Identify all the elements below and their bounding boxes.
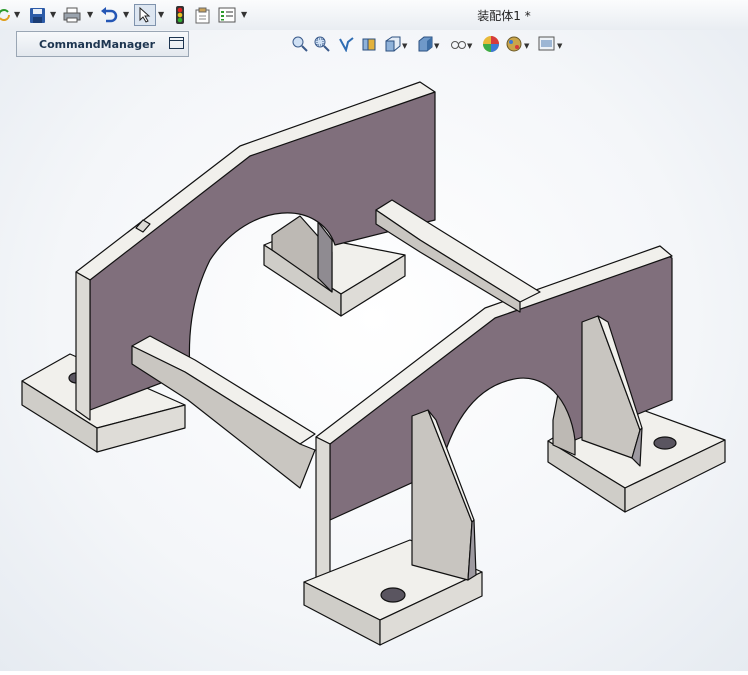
- apply-scene-icon[interactable]: ▼: [505, 35, 531, 53]
- zoom-to-area-icon[interactable]: [314, 35, 330, 53]
- display-style-icon[interactable]: ▼: [417, 35, 441, 53]
- window-icon[interactable]: [169, 37, 184, 49]
- svg-text:▼: ▼: [557, 42, 563, 50]
- hide-show-icon[interactable]: ▼: [450, 35, 474, 53]
- graphics-area[interactable]: [0, 30, 748, 671]
- window-title: 装配体1 *: [477, 9, 531, 23]
- edit-appearance-icon[interactable]: [482, 35, 500, 53]
- previous-view-icon[interactable]: [338, 35, 354, 53]
- view-orientation-icon[interactable]: ▼: [384, 35, 408, 53]
- command-manager-label: CommandManager: [39, 38, 156, 51]
- view-settings-icon[interactable]: ▼: [538, 35, 564, 53]
- svg-text:▼: ▼: [402, 42, 408, 50]
- title-bar: ▼ ▼ ▼ ▼ ▼ ▼ 装配体1 *: [0, 0, 748, 31]
- svg-text:▼: ▼: [524, 42, 530, 50]
- section-view-icon[interactable]: [361, 35, 377, 53]
- svg-text:▼: ▼: [467, 42, 473, 50]
- command-manager-tab[interactable]: CommandManager: [16, 31, 189, 57]
- zoom-to-fit-icon[interactable]: [292, 35, 308, 53]
- svg-text:▼: ▼: [434, 42, 440, 50]
- assembly-model[interactable]: [0, 30, 748, 671]
